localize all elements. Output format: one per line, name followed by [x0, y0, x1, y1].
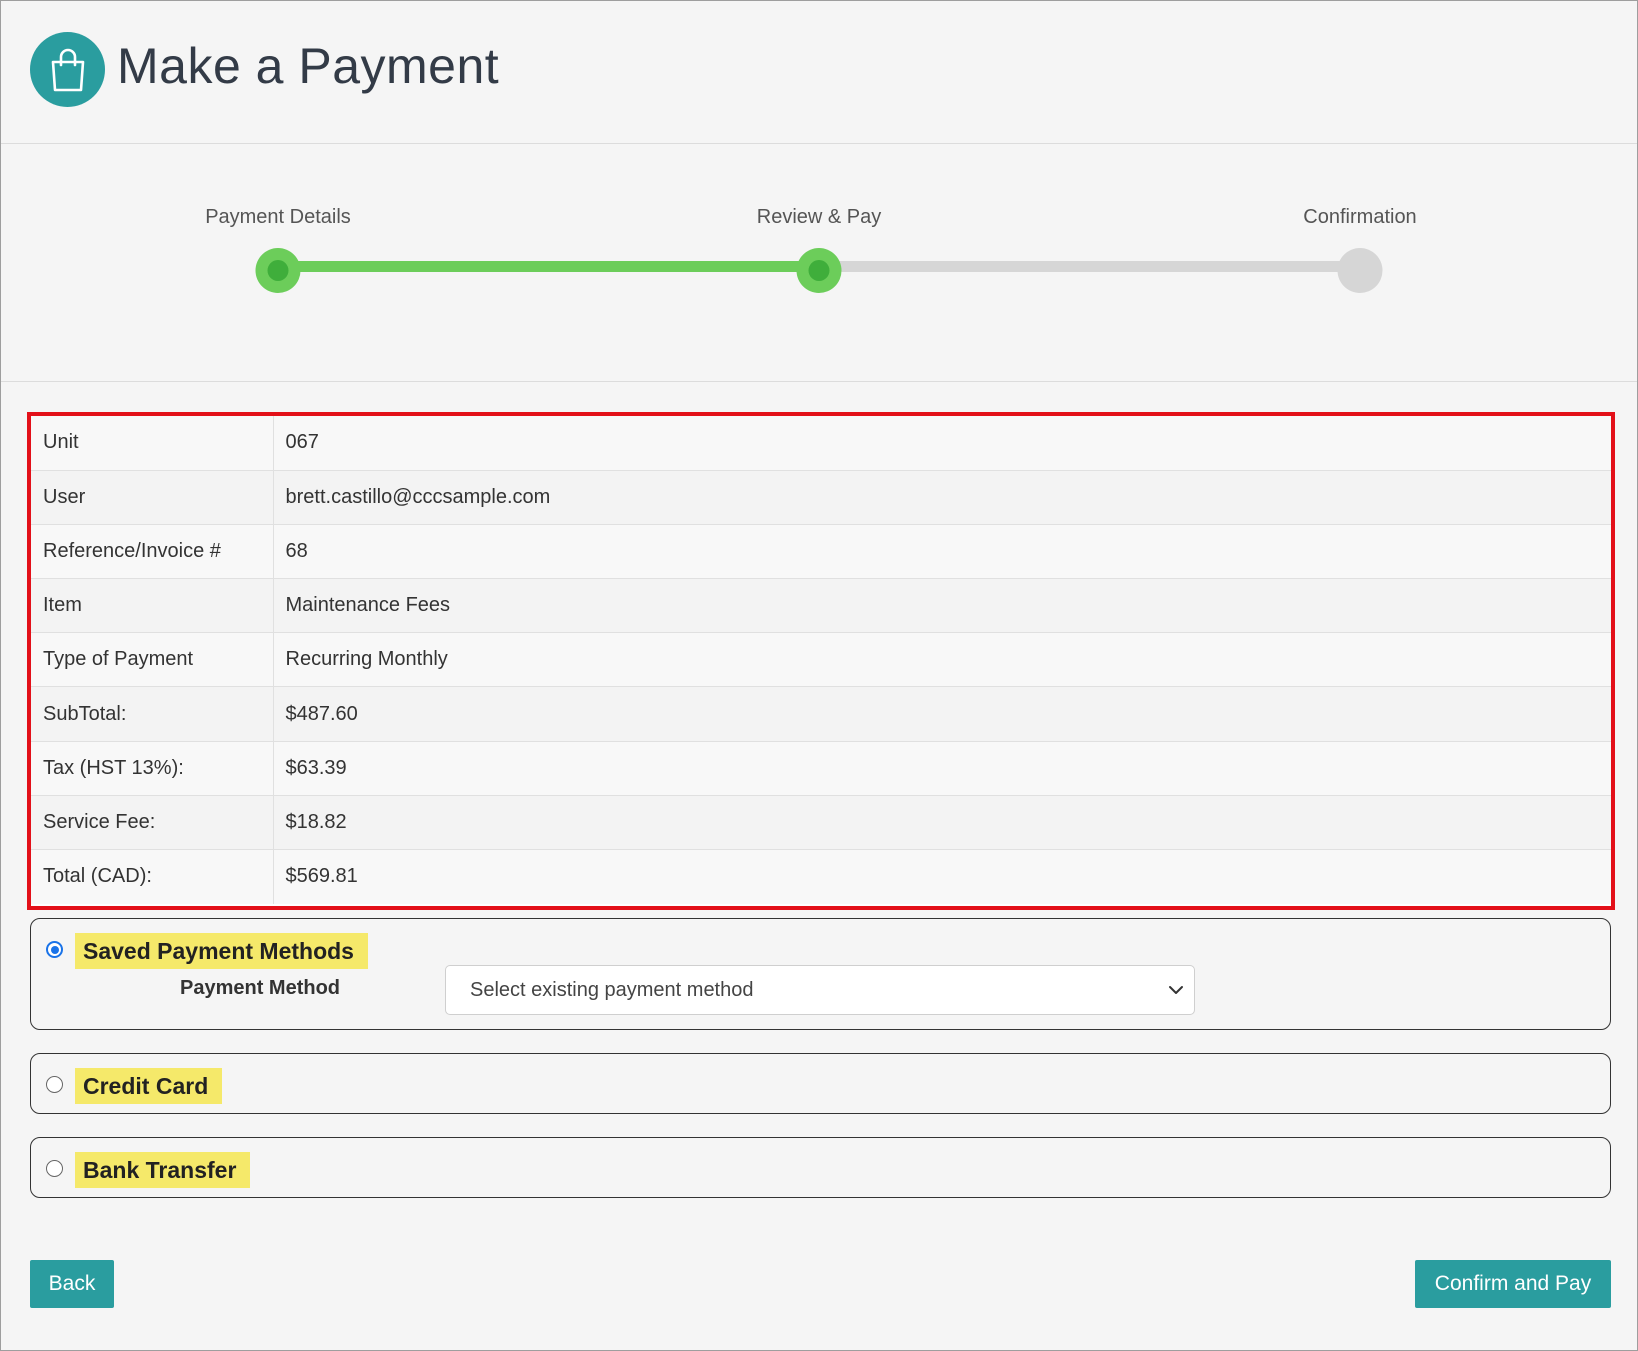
- row-value: brett.castillo@cccsample.com: [273, 470, 1611, 525]
- progress-track-complete: [278, 261, 819, 272]
- payment-summary-table: Unit 067 User brett.castillo@cccsample.com…: [27, 412, 1615, 910]
- credit-card-label[interactable]: Credit Card: [75, 1068, 223, 1104]
- row-key: Total (CAD):: [31, 849, 274, 904]
- table-row: User brett.castillo@cccsample.com: [31, 470, 1611, 525]
- step-dot-confirmation: [1337, 248, 1383, 293]
- credit-card-radio[interactable]: [46, 1076, 63, 1093]
- shopping-bag-icon: [30, 32, 105, 107]
- row-key: Reference/Invoice #: [31, 524, 274, 580]
- table-row: Type of Payment Recurring Monthly: [31, 632, 1611, 688]
- confirm-and-pay-button[interactable]: Confirm and Pay: [1415, 1260, 1611, 1308]
- chevron-down-icon: [1169, 986, 1183, 994]
- table-row: Reference/Invoice #68: [31, 524, 1611, 580]
- bank-transfer-panel: Bank Transfer: [30, 1137, 1611, 1198]
- saved-payment-methods-label[interactable]: Saved Payment Methods: [75, 933, 368, 969]
- row-key: Type of Payment: [31, 632, 274, 688]
- row-value: $63.39: [273, 741, 1611, 796]
- row-value: Recurring Monthly: [273, 632, 1611, 688]
- saved-payment-methods-panel: Saved Payment Methods Payment Method Sel…: [30, 918, 1611, 1030]
- step-label-payment-details: Payment Details: [205, 206, 351, 228]
- step-dot-payment-details: [255, 248, 301, 293]
- table-row: Tax (HST 13%): $63.39: [31, 741, 1611, 796]
- row-value: 067: [273, 416, 1611, 471]
- step-dot-review-pay: [796, 248, 842, 293]
- row-key: Unit: [31, 416, 274, 471]
- bank-transfer-radio[interactable]: [46, 1160, 63, 1177]
- progress-track-pending: [819, 261, 1360, 272]
- row-key: SubTotal:: [31, 686, 274, 742]
- step-label-review-pay: Review & Pay: [756, 206, 882, 228]
- row-value: $569.81: [273, 849, 1611, 904]
- page: Make a Payment Payment Details Review & …: [0, 0, 1638, 1351]
- page-header: Make a Payment: [1, 1, 1637, 144]
- step-label-confirmation: Confirmation: [1303, 206, 1417, 228]
- table-row: SubTotal: $487.60: [31, 686, 1611, 742]
- row-value: $487.60: [273, 686, 1611, 742]
- table-row: Service Fee: $18.82: [31, 795, 1611, 851]
- row-value: Maintenance Fees: [273, 578, 1611, 634]
- row-value: $18.82: [273, 795, 1611, 851]
- row-key: User: [31, 470, 274, 525]
- table-row: Total (CAD): $569.81: [31, 849, 1611, 904]
- bank-transfer-label[interactable]: Bank Transfer: [75, 1152, 251, 1188]
- payment-method-select[interactable]: Select existing payment method: [445, 965, 1195, 1015]
- payment-method-select-value: Select existing payment method: [470, 979, 754, 1001]
- row-key: Service Fee:: [31, 795, 274, 851]
- row-key: Tax (HST 13%):: [31, 741, 274, 796]
- table-row: Item Maintenance Fees: [31, 578, 1611, 634]
- saved-payment-methods-radio[interactable]: [46, 941, 63, 958]
- row-key: Item: [31, 578, 274, 634]
- payment-method-label: Payment Method: [180, 977, 341, 999]
- progress-stepper: Payment Details Review & Pay Confirmatio…: [1, 144, 1637, 382]
- credit-card-panel: Credit Card: [30, 1053, 1611, 1114]
- row-value: 68: [273, 524, 1611, 580]
- page-title: Make a Payment: [117, 38, 500, 94]
- back-button[interactable]: Back: [30, 1260, 114, 1308]
- table-row: Unit 067: [31, 416, 1611, 471]
